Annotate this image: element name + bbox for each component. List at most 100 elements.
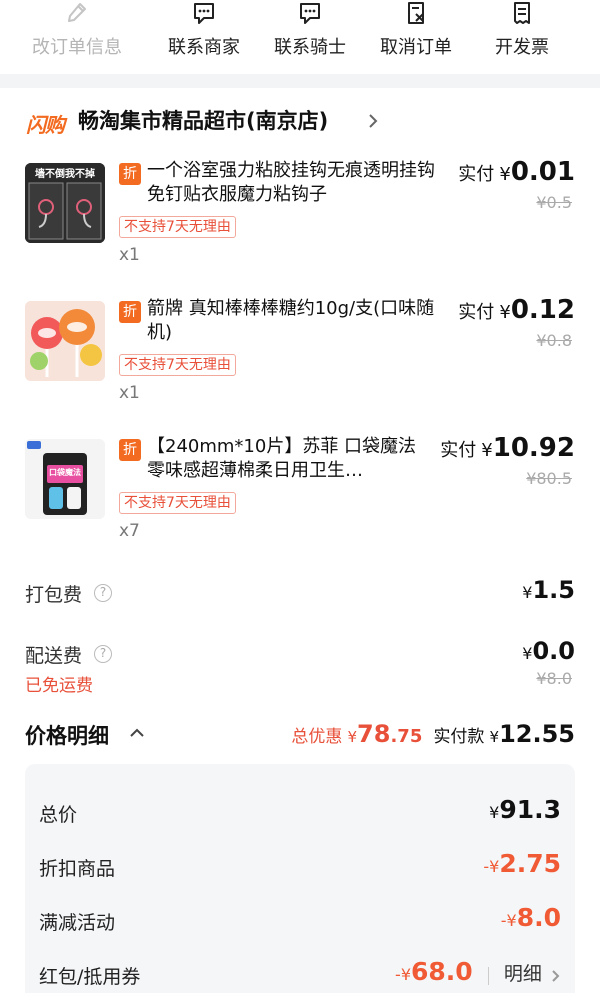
currency-symbol: ¥ [522,583,533,602]
paid-amount: 10.92 [492,433,575,463]
divider [487,966,489,985]
discount-items-amount: 2.75 [499,849,561,878]
subtotal-label: 总价 [39,804,78,826]
help-icon[interactable]: ? [94,584,112,602]
contact-rider-button[interactable]: 联系骑士 [255,0,365,74]
packing-fee-amount: 1.5 [532,576,575,604]
product-item[interactable]: 折 箭牌 真知棒棒棒糖约10g/支(口味随机) 不支持7天无理由 x1 实付 ¥… [0,295,600,431]
delivery-fee-label: 配送费 [25,645,83,667]
cancel-order-button[interactable]: 取消订单 [361,0,471,74]
coupon-amount: 68.0 [411,957,473,986]
product-title: 【240mm*10片】苏菲 口袋魔法零味感超薄棉柔日用卫生… [147,436,417,481]
edit-icon [68,3,86,22]
original-price: ¥80.5 [526,469,572,488]
paid-amount: 0.01 [510,157,575,187]
total-discount-label: 总优惠 [291,727,343,747]
full-reduction-row: 满减活动 -¥8.0 [25,903,575,948]
contact-merchant-button[interactable]: 联系商家 [149,0,259,74]
return-policy-badge: 不支持7天无理由 [119,492,236,514]
discount-items-value: -¥2.75 [483,849,561,878]
product-quantity: x1 [119,245,140,265]
chevron-up-icon[interactable] [128,726,146,740]
lollipop-product-image [25,301,105,381]
invoice-icon [514,2,530,24]
delivery-fee-amount: 0.0 [532,637,575,665]
full-reduction-label: 满减活动 [39,912,116,934]
product-thumbnail: 口袋魔法 [25,439,105,519]
discount-items-row: 折扣商品 -¥2.75 [25,849,575,894]
return-policy-badge: 不支持7天无理由 [119,354,236,376]
full-reduction-amount: 8.0 [516,903,561,932]
cancel-order-label: 取消订单 [380,37,452,58]
contact-merchant-label: 联系商家 [168,37,240,58]
amount-paid-value: 12.55 [499,720,575,748]
thumbnail-caption: 墙不倒我不掉 [35,169,95,180]
flash-buy-badge-text: 闪购 [26,113,65,137]
original-price: ¥0.8 [536,331,572,350]
delivery-fee-value: ¥0.0 [522,637,575,665]
cancel-doc-icon [408,2,424,24]
contact-rider-label: 联系骑士 [274,37,346,58]
paid-price: 实付 ¥0.12 [458,295,575,325]
chevron-right-icon [369,114,378,128]
product-title: 一个浴室强力粘胶挂钩无痕透明挂钩免钉贴衣服魔力粘钩子 [147,160,435,205]
full-reduction-value: -¥8.0 [501,903,561,932]
product-item[interactable]: 口袋魔法 折 【240mm*10片】苏菲 口袋魔法零味感超薄棉柔日用卫生… 不支… [0,433,600,569]
coupon-value: -¥68.0 [395,957,473,986]
edit-order-label: 改订单信息 [32,37,122,58]
chat-icon [194,3,214,24]
pad-product-image [25,439,105,519]
product-title: 箭牌 真知棒棒棒糖约10g/支(口味随机) [147,298,435,343]
subtotal-amount: 91.3 [499,795,561,824]
packing-fee-value: ¥1.5 [522,576,575,604]
total-discount-decimal: .75 [390,726,423,747]
currency-symbol: ¥ [489,728,500,746]
coupon-value-group: -¥68.0 明细 [395,957,561,986]
paid-price: 实付 ¥0.01 [458,157,575,187]
product-thumbnail: 墙不倒我不掉 [25,163,105,243]
currency-symbol: ¥ [489,803,500,822]
currency-symbol: ¥ [499,164,511,185]
help-icon[interactable]: ? [94,645,112,663]
amount-paid-label: 实付款 [433,727,485,747]
discount-tag: 折 [119,301,141,323]
chevron-right-icon [552,969,560,982]
store-name: 畅淘集市精品超市(南京店) [78,109,329,133]
currency-symbol: ¥ [481,440,493,461]
price-detail-card: 总价 ¥91.3 折扣商品 -¥2.75 满减活动 -¥8.0 红包/抵用券 -… [25,764,575,993]
currency-symbol: ¥ [400,965,412,984]
total-discount-int: 78 [357,720,391,748]
coupon-detail-link[interactable]: 明细 [504,963,542,985]
section-divider [0,74,600,88]
currency-symbol: ¥ [347,728,358,746]
invoice-button[interactable]: 开发票 [467,0,577,74]
paid-label: 实付 [458,164,495,185]
discount-tag: 折 [119,439,141,461]
subtotal-row: 总价 ¥91.3 [25,795,575,840]
currency-symbol: ¥ [506,911,517,930]
price-detail-header[interactable]: 价格明细 总优惠 ¥78.75 实付款 ¥12.55 [0,720,600,756]
packing-fee-row: 打包费 ? ¥1.5 [0,576,600,620]
free-delivery-note: 已免运费 [25,676,93,696]
currency-symbol: ¥ [489,857,500,876]
currency-symbol: ¥ [522,644,533,663]
chat-icon [300,3,320,24]
product-quantity: x1 [119,383,140,403]
coupon-row[interactable]: 红包/抵用券 -¥68.0 明细 [25,957,575,993]
packing-fee-label: 打包费 [25,584,83,606]
product-item[interactable]: 墙不倒我不掉 折 一个浴室强力粘胶挂钩无痕透明挂钩免钉贴衣服魔力粘钩子 不支持7… [0,157,600,293]
subtotal-value: ¥91.3 [489,795,561,824]
price-summary: 总优惠 ¥78.75 实付款 ¥12.55 [291,720,575,748]
order-action-bar: 改订单信息 联系商家 联系骑士 取消订单 开发票 [0,0,600,74]
original-price: ¥0.5 [536,193,572,212]
currency-symbol: ¥ [499,302,511,323]
paid-price: 实付 ¥10.92 [440,433,575,463]
paid-label: 实付 [458,302,495,323]
discount-tag: 折 [119,163,141,185]
discount-items-label: 折扣商品 [39,858,116,880]
flash-buy-logo: 闪购 [26,109,65,138]
coupon-label: 红包/抵用券 [39,966,141,988]
edit-order-button[interactable]: 改订单信息 [22,0,132,74]
delivery-original-price: ¥8.0 [536,669,572,688]
paid-amount: 0.12 [510,295,575,325]
